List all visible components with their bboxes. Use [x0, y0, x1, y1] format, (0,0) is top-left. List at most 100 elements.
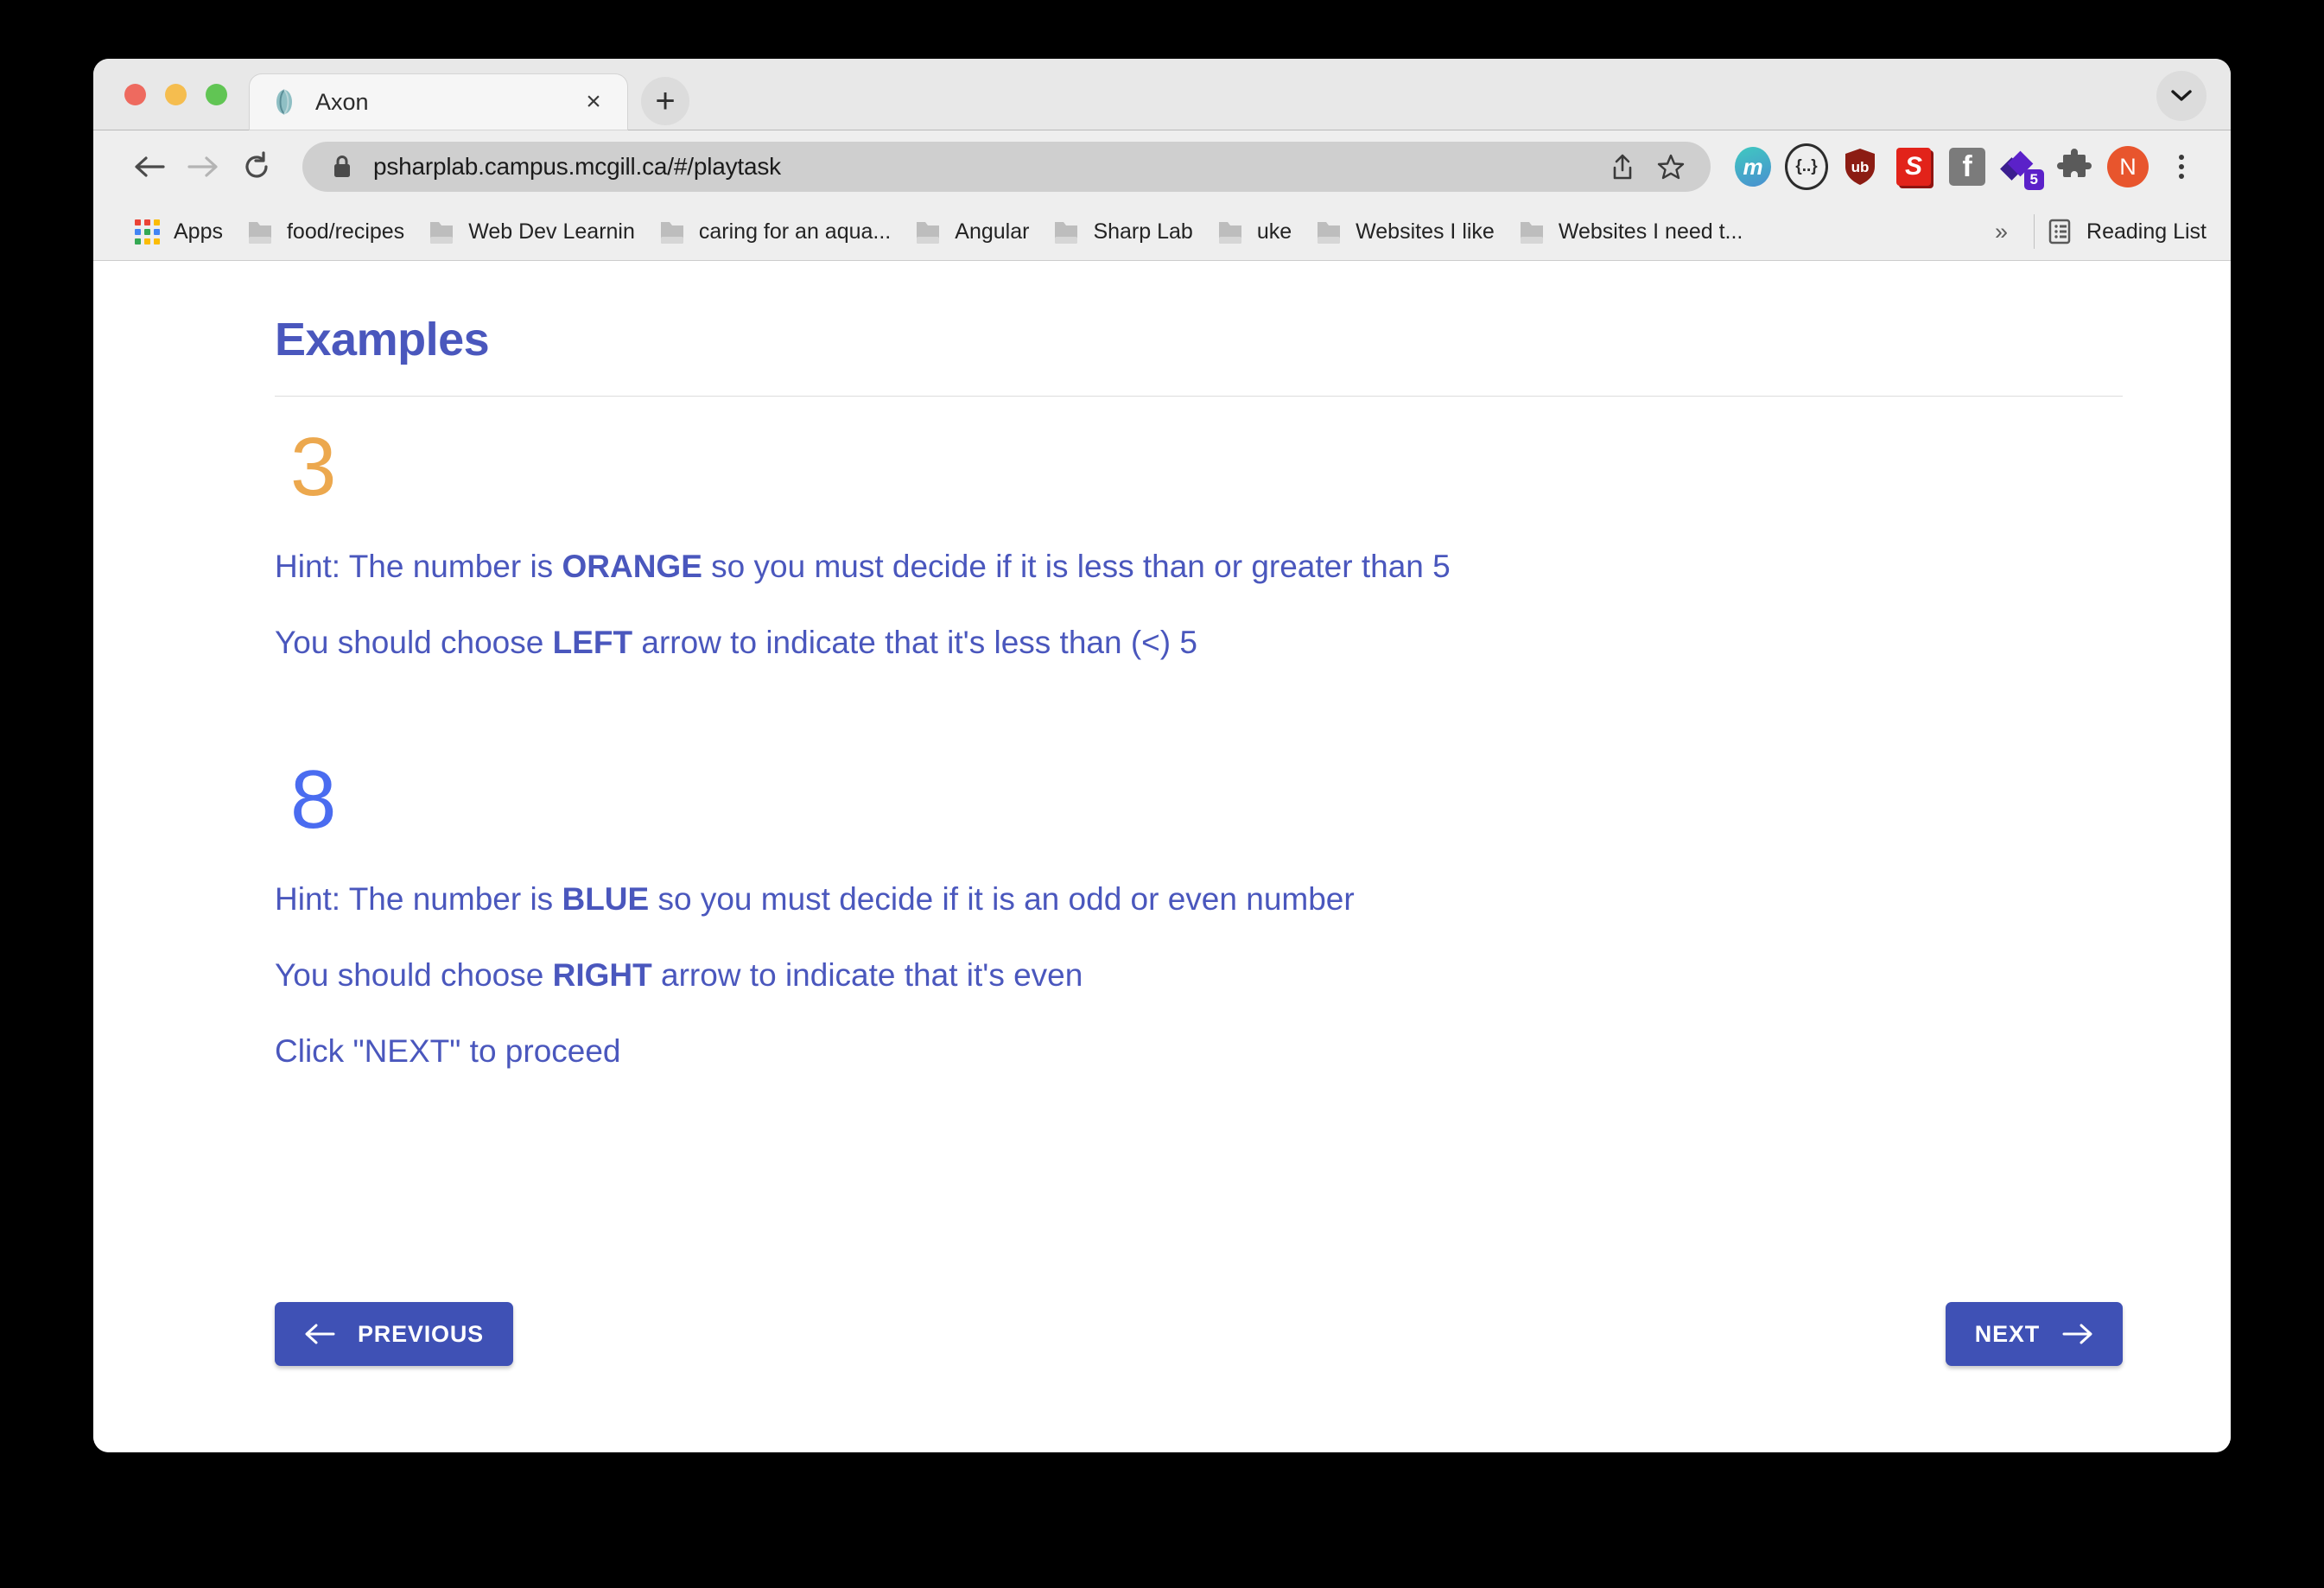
- back-arrow-icon: [135, 156, 165, 177]
- browser-menu-button[interactable]: [2155, 140, 2208, 194]
- browser-toolbar: psharplab.campus.mcgill.ca/#/playtask m …: [93, 130, 2231, 203]
- hint-keyword: BLUE: [562, 880, 650, 917]
- apps-grid-icon: [135, 219, 160, 245]
- example-1-action: You should choose LEFT arrow to indicate…: [275, 623, 2123, 663]
- close-window-button[interactable]: [124, 83, 146, 105]
- json-viewer-icon: {..}: [1785, 143, 1828, 190]
- shield-icon: ub: [1845, 149, 1875, 185]
- example-number-blue: 8: [290, 753, 337, 846]
- tab-list-button[interactable]: [2156, 71, 2207, 121]
- action-keyword: RIGHT: [552, 956, 652, 993]
- bookmark-folder-angular[interactable]: Angular: [903, 211, 1041, 252]
- previous-button-label: PREVIOUS: [358, 1320, 484, 1347]
- folder-icon: [1055, 222, 1078, 244]
- bookmark-label: uke: [1256, 219, 1292, 244]
- next-button[interactable]: NEXT: [1945, 1302, 2123, 1366]
- left-arrow-icon: [305, 1324, 335, 1344]
- star-icon: [1657, 154, 1685, 180]
- example-2-hint: Hint: The number is BLUE so you must dec…: [275, 880, 2123, 919]
- next-button-label: NEXT: [1974, 1320, 2040, 1347]
- page-content: Examples 3 Hint: The number is ORANGE so…: [93, 261, 2231, 1452]
- grammarly-icon: m: [1735, 147, 1771, 187]
- lock-icon: [334, 156, 350, 177]
- window-controls: [93, 59, 250, 130]
- avatar: N: [2107, 146, 2149, 187]
- scribe-icon: S: [1896, 148, 1931, 186]
- folder-icon: [1318, 222, 1341, 244]
- bookmark-folder-caring-for-an-aquarium[interactable]: caring for an aqua...: [647, 211, 903, 252]
- right-arrow-icon: [2062, 1324, 2092, 1344]
- folder-icon: [248, 222, 271, 244]
- evernote-extension-button[interactable]: 5: [1994, 140, 2048, 194]
- page-title: Examples: [275, 314, 490, 365]
- share-icon: [1613, 154, 1632, 180]
- puzzle-icon: [2057, 149, 2092, 177]
- bookmarks-bar: Apps food/recipes Web Dev Learnin caring…: [93, 203, 2231, 261]
- address-bar[interactable]: psharplab.campus.mcgill.ca/#/playtask: [302, 142, 1711, 192]
- folder-icon: [917, 222, 940, 244]
- axon-leaf-favicon: [276, 89, 292, 115]
- example-2-action: You should choose RIGHT arrow to indicat…: [275, 956, 2123, 995]
- bookmark-folder-websites-i-like[interactable]: Websites I like: [1304, 211, 1507, 252]
- grammarly-extension-button[interactable]: m: [1726, 140, 1780, 194]
- reading-list-button[interactable]: Reading List: [2047, 218, 2212, 245]
- forward-arrow-icon: [187, 156, 218, 177]
- forward-button[interactable]: [176, 140, 230, 194]
- hint-prefix: Hint: The number is: [275, 880, 562, 917]
- bookmark-folder-websites-i-need-to[interactable]: Websites I need t...: [1507, 211, 1756, 252]
- bookmark-folder-food-recipes[interactable]: food/recipes: [235, 211, 416, 252]
- share-button[interactable]: [1598, 143, 1647, 191]
- bookmark-label: food/recipes: [286, 219, 405, 244]
- ublock-origin-extension-button[interactable]: ub: [1833, 140, 1887, 194]
- bookmark-folder-web-dev-learnin[interactable]: Web Dev Learnin: [416, 211, 647, 252]
- bookmark-folder-sharp-lab[interactable]: Sharp Lab: [1041, 211, 1204, 252]
- bookmarks-overflow-button[interactable]: »: [1981, 219, 2022, 245]
- bookmark-label: Websites I like: [1356, 219, 1495, 244]
- back-button[interactable]: [123, 140, 176, 194]
- example-1-hint: Hint: The number is ORANGE so you must d…: [275, 547, 2123, 587]
- action-suffix: arrow to indicate that it's less than (<…: [632, 625, 1197, 661]
- folder-icon: [660, 222, 683, 244]
- bookmark-label: Web Dev Learnin: [468, 219, 635, 244]
- facebook-extension-button[interactable]: f: [1940, 140, 1994, 194]
- action-prefix: You should choose: [275, 625, 553, 661]
- profile-button[interactable]: N: [2101, 140, 2155, 194]
- folder-icon: [1520, 222, 1543, 244]
- toolbar-divider: [2034, 214, 2035, 249]
- bookmark-button[interactable]: [1647, 143, 1695, 191]
- hint-prefix: Hint: The number is: [275, 549, 562, 584]
- previous-button[interactable]: PREVIOUS: [275, 1302, 513, 1366]
- extension-badge-count: 5: [2023, 169, 2044, 190]
- bookmark-label: Apps: [174, 219, 223, 244]
- action-suffix: arrow to indicate that it's even: [651, 956, 1083, 993]
- action-prefix: You should choose: [275, 956, 553, 993]
- bookmark-folder-uke[interactable]: uke: [1205, 211, 1304, 252]
- facebook-icon: f: [1949, 148, 1985, 186]
- bookmark-label: Websites I need t...: [1558, 219, 1743, 244]
- navigation-buttons: PREVIOUS NEXT: [275, 1302, 2123, 1366]
- chevron-down-icon: [2171, 90, 2192, 101]
- folder-icon: [430, 222, 454, 244]
- example-block-1: 3 Hint: The number is ORANGE so you must…: [275, 426, 2123, 664]
- hint-keyword: ORANGE: [562, 549, 702, 584]
- bookmark-label: Sharp Lab: [1093, 219, 1193, 244]
- browser-window: Axon × + psharplab.campus.mcgill.ca/#/pl…: [93, 59, 2231, 1452]
- bookmark-label: caring for an aqua...: [698, 219, 892, 244]
- reading-list-label: Reading List: [2086, 219, 2207, 244]
- extension-icons: m {..} ub S f 5 N: [1726, 140, 2208, 194]
- minimize-window-button[interactable]: [165, 83, 187, 105]
- close-tab-button[interactable]: ×: [577, 86, 610, 118]
- bookmark-apps[interactable]: Apps: [123, 211, 235, 252]
- tab-strip: Axon × +: [93, 59, 2231, 130]
- tab-title: Axon: [315, 88, 369, 115]
- folder-icon: [1218, 222, 1241, 244]
- three-dot-menu-icon: [2179, 155, 2184, 179]
- reload-button[interactable]: [230, 140, 283, 194]
- scribe-extension-button[interactable]: S: [1887, 140, 1940, 194]
- new-tab-button[interactable]: +: [641, 77, 689, 125]
- maximize-window-button[interactable]: [206, 83, 227, 105]
- json-viewer-extension-button[interactable]: {..}: [1780, 140, 1833, 194]
- browser-tab[interactable]: Axon ×: [250, 74, 627, 130]
- extensions-menu-button[interactable]: [2048, 140, 2101, 194]
- title-divider: [275, 396, 2123, 397]
